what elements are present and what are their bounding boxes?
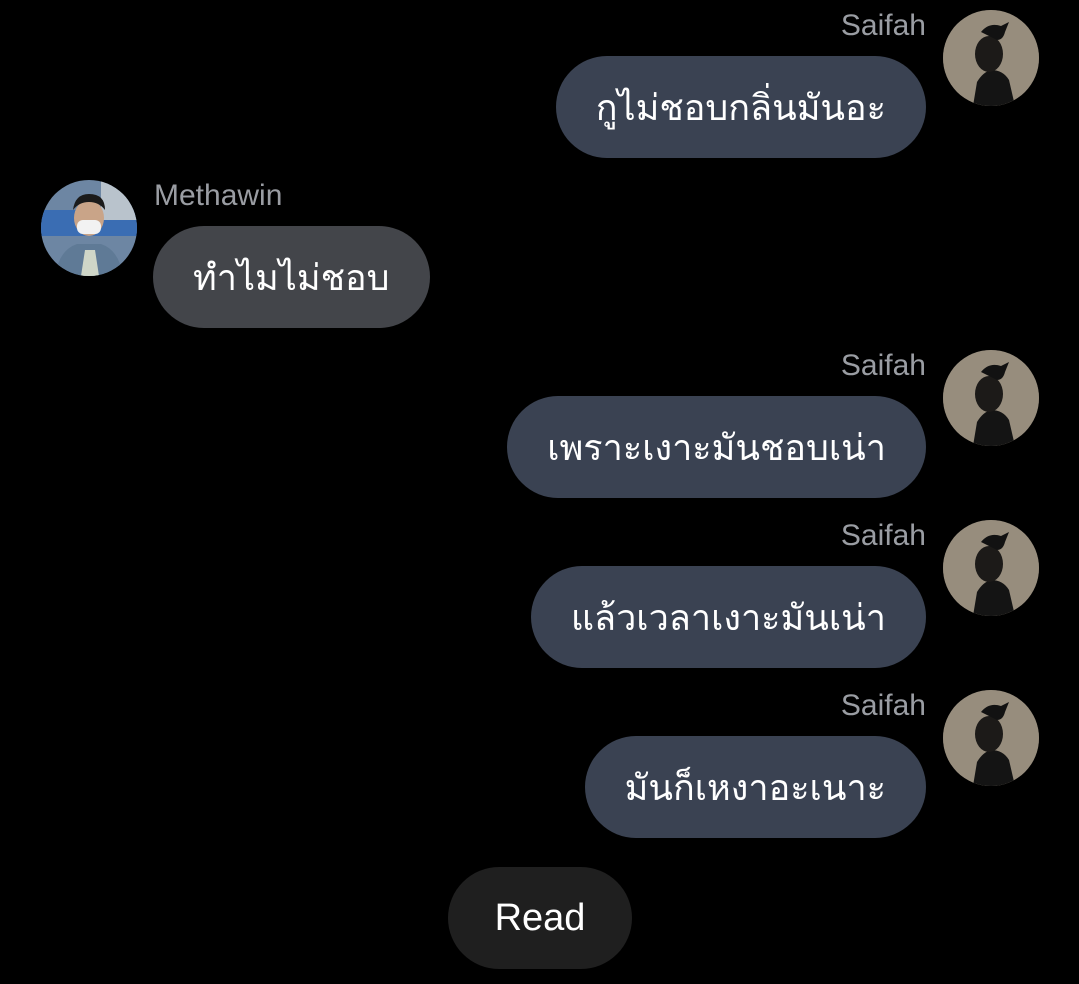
message-text: แล้วเวลาเงาะมันเน่า [570,597,886,639]
sender-name: Methawin [154,179,283,212]
message-row: Saifah เพราะเงาะมันชอบเน่า [0,348,1079,508]
message-bubble[interactable]: แล้วเวลาเงาะมันเน่า [530,566,926,668]
message-row: Saifah แล้วเวลาเงาะมันเน่า [0,518,1079,678]
sender-name: Saifah [840,519,926,552]
read-label: Read [494,896,586,939]
sender-name: Saifah [840,689,926,722]
message-row: Methawin ทำไมไม่ชอบ [0,178,1079,338]
message-text: กูไม่ชอบกลิ่นมันอะ [595,87,886,129]
avatar-saifah[interactable] [943,350,1039,446]
message-text: ทำไมไม่ชอบ [193,257,390,299]
avatar-saifah[interactable] [943,520,1039,616]
message-text: เพราะเงาะมันชอบเน่า [547,427,886,469]
message-bubble[interactable]: มันก็เหงาอะเนาะ [584,736,926,838]
message-bubble[interactable]: ทำไมไม่ชอบ [153,226,430,328]
read-status-badge: Read [448,867,632,969]
avatar-methawin[interactable] [41,180,137,276]
sender-name: Saifah [840,9,926,42]
message-row: Saifah มันก็เหงาอะเนาะ [0,688,1079,848]
avatar-saifah[interactable] [943,690,1039,786]
sender-name: Saifah [840,349,926,382]
message-bubble[interactable]: กูไม่ชอบกลิ่นมันอะ [555,56,926,158]
avatar-saifah[interactable] [943,10,1039,106]
message-row: Saifah กูไม่ชอบกลิ่นมันอะ [0,8,1079,168]
message-bubble[interactable]: เพราะเงาะมันชอบเน่า [507,396,926,498]
message-text: มันก็เหงาอะเนาะ [624,767,886,809]
